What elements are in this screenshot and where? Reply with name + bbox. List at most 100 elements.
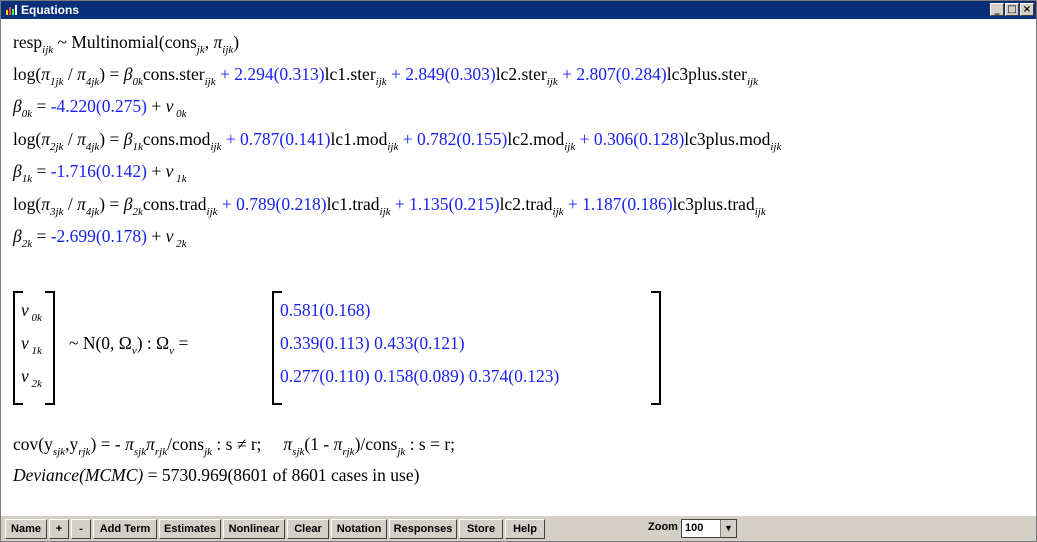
title-bar[interactable]: Equations _ □ × — [1, 1, 1036, 19]
term: cons.trad — [142, 194, 207, 214]
zoom-value: 100 — [685, 522, 704, 534]
deviance-value: = 5730.969(8601 of 8601 cases in use) — [143, 465, 420, 485]
eq-text: ~ N(0, Ω — [69, 333, 132, 353]
pi-symbol: π — [283, 434, 293, 454]
equations-area: respijk ~ Multinomial(consjk, πijk) log(… — [1, 19, 1036, 515]
covariance-line[interactable]: cov(ysjk,yrjk) = - πsjkπrjk/consjk : s ≠… — [13, 434, 456, 458]
coefficient: -1.716(0.142) — [50, 161, 147, 181]
term: lc3plus.ster — [666, 64, 747, 84]
eq-sub: 1jk — [49, 76, 64, 88]
matrix-cell: 0.374(0.123) — [468, 366, 560, 386]
eq-text: / — [63, 194, 78, 214]
matrix-row: 0.581(0.168) — [280, 300, 370, 321]
eq-sub: ijk — [42, 44, 54, 56]
term: lc1.mod — [330, 129, 388, 149]
close-button[interactable]: × — [1020, 3, 1034, 16]
add-term-button[interactable]: Add Term — [93, 519, 157, 539]
eq-text: ) = — [99, 64, 124, 84]
minimize-button[interactable]: _ — [990, 3, 1004, 16]
maximize-button[interactable]: □ — [1005, 3, 1019, 16]
eq-text: + — [146, 161, 166, 181]
eq-sub: ijk — [222, 44, 234, 56]
eq-text: ) — [233, 32, 240, 52]
term: lc2.ster — [495, 64, 547, 84]
eq-text: log( — [13, 194, 42, 214]
eq-sub: 1k — [21, 173, 33, 185]
eq-sub: ijk — [375, 76, 387, 88]
eq-sub: 1k — [173, 173, 187, 185]
eq-text: + — [146, 226, 166, 246]
clear-button[interactable]: Clear — [287, 519, 329, 539]
eq-sub: 3jk — [49, 206, 64, 218]
eq-sub: jk — [204, 446, 213, 458]
eq-sub: rjk — [342, 446, 355, 458]
eq-text: )/cons — [354, 434, 398, 454]
eq-sub: 1k — [28, 345, 42, 357]
remove-button[interactable]: - — [71, 519, 91, 539]
coefficient: + 0.782(0.155) — [398, 129, 508, 149]
coefficient: + 0.306(0.128) — [575, 129, 685, 149]
pi-symbol: π — [146, 434, 155, 454]
eq-sub: 4jk — [85, 206, 100, 218]
eq-sub: ijk — [546, 76, 558, 88]
eq-sub: 2jk — [49, 141, 64, 153]
pi-symbol: π — [213, 32, 223, 52]
estimates-button[interactable]: Estimates — [159, 519, 221, 539]
log-equation-trad[interactable]: log(π3jk / π4jk) = β2kcons.tradijk + 0.7… — [13, 194, 766, 218]
zoom-select[interactable]: 100 ▼ — [681, 519, 737, 538]
eq-sub: 2k — [28, 378, 42, 390]
eq-sub: rjk — [154, 446, 168, 458]
eq-text: : s = r; — [405, 434, 456, 454]
eq-sub: 0k — [132, 76, 143, 88]
eq-sub: ijk — [387, 141, 399, 153]
beta0-equation[interactable]: β0k = -4.220(0.275) + v 0k — [13, 96, 187, 120]
help-button[interactable]: Help — [505, 519, 545, 539]
eq-text: = — [174, 333, 189, 353]
responses-button[interactable]: Responses — [389, 519, 457, 539]
v-symbol: v — [21, 366, 29, 386]
add-button[interactable]: + — [49, 519, 69, 539]
zoom-label: Zoom — [648, 521, 678, 533]
deviance-line[interactable]: Deviance(MCMC) = 5730.969(8601 of 8601 c… — [13, 465, 419, 486]
nonlinear-button[interactable]: Nonlinear — [223, 519, 285, 539]
term: lc2.trad — [499, 194, 553, 214]
eq-sub: 0k — [173, 108, 187, 120]
beta2-equation[interactable]: β2k = -2.699(0.178) + v 2k — [13, 226, 187, 250]
beta-symbol: β — [13, 161, 22, 181]
log-equation-ster[interactable]: log(π1jk / π4jk) = β0kcons.sterijk + 2.2… — [13, 64, 758, 88]
eq-text: + — [146, 96, 166, 116]
beta-symbol: β — [13, 226, 22, 246]
pi-symbol: π — [77, 129, 86, 149]
chevron-down-icon[interactable]: ▼ — [720, 520, 736, 537]
eq-sub: ijk — [204, 76, 216, 88]
eq-sub: ijk — [746, 76, 758, 88]
eq-sub: rjk — [78, 446, 91, 458]
coefficient: + 1.135(0.215) — [390, 194, 500, 214]
pi-symbol: π — [41, 64, 50, 84]
eq-sub: ijk — [770, 141, 782, 153]
eq-text: resp — [13, 32, 43, 52]
beta1-equation[interactable]: β1k = -1.716(0.142) + v 1k — [13, 161, 187, 185]
eq-sub: ijk — [552, 206, 564, 218]
eq-sub: jk — [196, 44, 205, 56]
equations-toolbar: Name + - Add Term Estimates Nonlinear Cl… — [1, 515, 1036, 541]
pi-symbol: π — [125, 434, 134, 454]
eq-text: /cons — [167, 434, 205, 454]
eq-text: log( — [13, 64, 42, 84]
store-button[interactable]: Store — [459, 519, 503, 539]
beta-symbol: β — [13, 96, 22, 116]
vector-entry: v 0k — [21, 300, 42, 324]
eq-sub: 2k — [173, 238, 187, 250]
eq-text: : s ≠ r; — [212, 434, 284, 454]
log-equation-mod[interactable]: log(π2jk / π4jk) = β1kcons.modijk + 0.78… — [13, 129, 782, 153]
eq-sub: 2k — [132, 206, 143, 218]
eq-sub: ijk — [379, 206, 391, 218]
response-equation[interactable]: respijk ~ Multinomial(consjk, πijk) — [13, 32, 240, 56]
coefficient: -2.699(0.178) — [50, 226, 147, 246]
notation-button[interactable]: Notation — [331, 519, 387, 539]
eq-text: = — [32, 96, 51, 116]
coefficient: + 2.807(0.284) — [557, 64, 667, 84]
name-button[interactable]: Name — [5, 519, 47, 539]
eq-sub: sjk — [52, 446, 66, 458]
window-title: Equations — [21, 3, 80, 17]
